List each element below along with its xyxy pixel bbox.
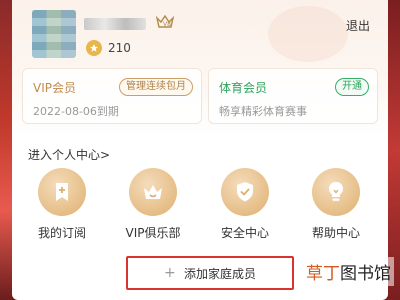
vip-card-title: VIP会员 xyxy=(33,81,76,95)
tile-label: 我的订阅 xyxy=(37,226,86,240)
sports-card-subtitle: 畅享精彩体育赛事 xyxy=(219,105,307,118)
vip-expiry-date: 2022-08-06到期 xyxy=(33,105,119,118)
watermark-text-accent: 草丁 xyxy=(306,264,340,284)
tile-label: VIP俱乐部 xyxy=(125,226,181,240)
user-dropdown-panel: V8 退出 210 VIP会员 管理连续包月 2022-08-06到期 体育会员… xyxy=(12,0,388,300)
tile-help-center[interactable]: 帮助中心 xyxy=(296,168,376,248)
avatar[interactable] xyxy=(32,10,76,58)
lightbulb-icon xyxy=(329,182,343,201)
watermark-text: 图书馆 xyxy=(340,264,391,284)
add-family-member-label: 添加家庭成员 xyxy=(183,266,256,281)
username-blurred xyxy=(84,18,146,30)
bookmark-add-icon xyxy=(56,183,68,201)
plus-icon: + xyxy=(163,265,176,281)
coin-balance: 210 xyxy=(108,41,131,55)
tile-my-subscriptions[interactable]: 我的订阅 xyxy=(22,168,102,248)
tile-label: 帮助中心 xyxy=(311,226,360,240)
tile-label: 安全中心 xyxy=(220,226,269,240)
activate-sports-button[interactable]: 开通 xyxy=(335,78,369,96)
coin-icon xyxy=(86,40,102,56)
tile-security-center[interactable]: 安全中心 xyxy=(205,168,285,248)
manage-subscription-button[interactable]: 管理连续包月 xyxy=(119,78,193,96)
shield-check-icon xyxy=(237,182,253,202)
logout-button[interactable]: 退出 xyxy=(346,17,370,34)
crown-icon xyxy=(144,185,162,199)
sports-card-title: 体育会员 xyxy=(219,81,268,95)
watermark-logo: 草丁 图书馆 xyxy=(303,257,394,286)
vip-membership-card[interactable]: VIP会员 管理连续包月 2022-08-06到期 xyxy=(22,68,202,124)
personal-center-link[interactable]: 进入个人中心> xyxy=(28,146,110,163)
tile-vip-club[interactable]: VIP俱乐部 xyxy=(113,168,193,248)
vip-level-icon: V8 xyxy=(155,14,175,28)
sports-membership-card[interactable]: 体育会员 开通 畅享精彩体育赛事 xyxy=(208,68,378,124)
vip-level-badge: V8 xyxy=(154,14,176,32)
add-family-member-button[interactable]: + 添加家庭成员 xyxy=(126,256,294,290)
svg-text:V8: V8 xyxy=(163,21,171,28)
